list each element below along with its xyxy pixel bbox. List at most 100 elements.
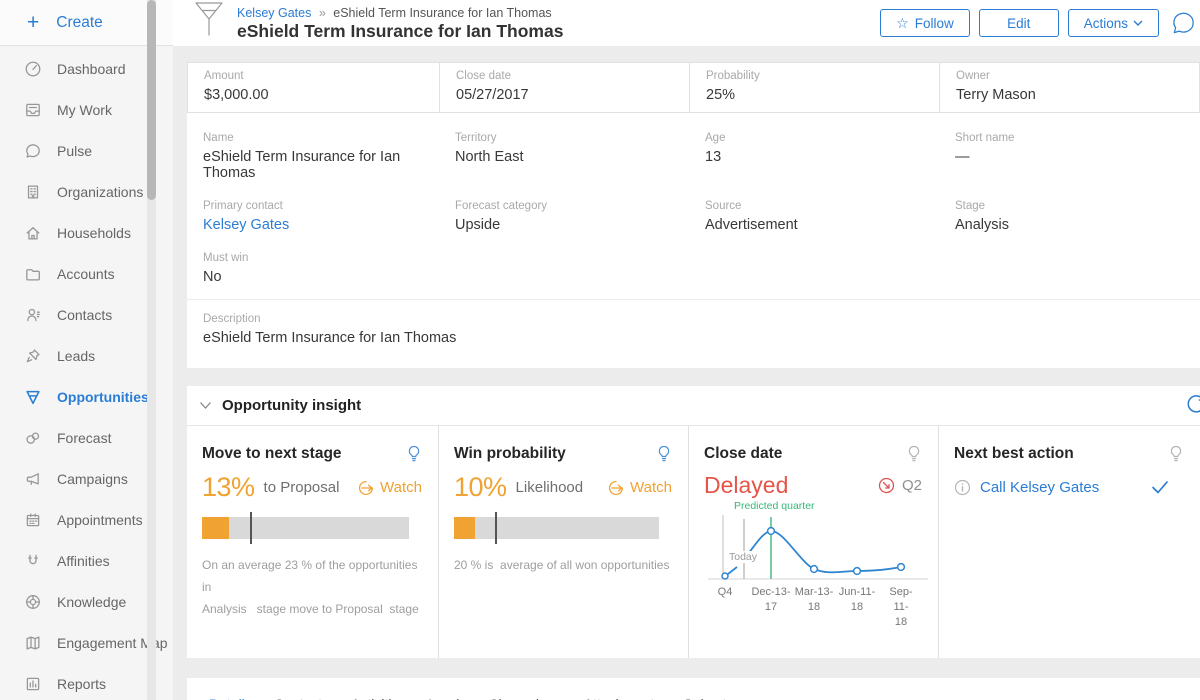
primary-contact-link[interactable]: Kelsey Gates: [203, 217, 423, 233]
field-label: Name: [203, 132, 423, 144]
field-description: Description eShield Term Insurance for I…: [187, 300, 1200, 368]
field-value: eShield Term Insurance for Ian Thomas: [203, 149, 423, 181]
breadcrumb-separator: »: [319, 6, 326, 20]
field-value: Advertisement: [705, 217, 923, 233]
watch-label: Watch: [630, 479, 672, 496]
field-label: Age: [705, 132, 923, 144]
field-value: No: [203, 269, 423, 285]
stage-caption: On an average 23 % of the opportunities …: [202, 554, 422, 621]
field-value: Analysis: [955, 217, 1184, 233]
stage-progress-fill: [202, 517, 229, 539]
delay-badge: Q2: [877, 476, 922, 495]
opportunity-details-card: Amount $3,000.00 Close date 05/27/2017 P…: [187, 62, 1200, 368]
building-icon: [24, 183, 42, 201]
info-icon[interactable]: [954, 479, 971, 496]
field-label: Probability: [706, 70, 923, 82]
field-name: Name eShield Term Insurance for Ian Thom…: [187, 125, 439, 193]
watch-link[interactable]: Watch: [357, 479, 422, 497]
tab-attachments[interactable]: Attachments: [584, 696, 662, 700]
stage-move-percent: 13%: [202, 472, 255, 503]
megaphone-icon: [24, 470, 42, 488]
collapse-chevron-icon[interactable]: [199, 401, 212, 410]
field-territory: Territory North East: [439, 125, 689, 193]
field-grid: Name eShield Term Insurance for Ian Thom…: [187, 113, 1200, 297]
person-icon: [24, 306, 42, 324]
card-title: Move to next stage: [202, 445, 342, 463]
opportunity-funnel-icon: [194, 2, 224, 38]
insight-header: Opportunity insight: [187, 386, 1200, 426]
tab-contacts[interactable]: Contacts: [274, 696, 329, 700]
cloud-icon: [24, 429, 42, 447]
win-average-marker: [495, 512, 497, 544]
chat-icon[interactable]: [1171, 11, 1196, 36]
sidebar-item-label: Organizations: [57, 184, 143, 200]
create-label: Create: [56, 14, 103, 32]
card-title: Close date: [704, 445, 782, 463]
field-label: Territory: [455, 132, 673, 144]
tab-close-plans[interactable]: Close plans: [488, 696, 561, 700]
bulb-icon[interactable]: [906, 445, 922, 464]
follow-button[interactable]: ☆ Follow: [880, 9, 970, 37]
x-tick: Q4: [718, 585, 733, 600]
magnet-icon: [24, 552, 42, 570]
watch-link[interactable]: Watch: [607, 479, 672, 497]
sidebar-item-label: Leads: [57, 348, 95, 364]
edit-button[interactable]: Edit: [979, 9, 1059, 37]
plus-icon: +: [27, 12, 39, 33]
lifebuoy-icon: [24, 593, 42, 611]
insight-move-to-next-stage: Move to next stage 13% to Proposal Watch…: [187, 426, 439, 658]
sidebar-scrollbar-thumb[interactable]: [147, 0, 156, 200]
watch-icon: [607, 479, 625, 497]
refresh-icon[interactable]: [1184, 394, 1200, 418]
sidebar-item-label: Reports: [57, 676, 106, 692]
field-value: 25%: [706, 87, 923, 103]
actions-button[interactable]: Actions: [1068, 9, 1159, 37]
sidebar-item-label: Affinities: [57, 553, 110, 569]
field-short-name: Short name —: [939, 125, 1200, 193]
close-date-chart: Predicted quarter Today: [704, 503, 922, 633]
tab-sales-team[interactable]: Sales team: [683, 696, 753, 700]
tab-activities[interactable]: Activities: [351, 696, 406, 700]
today-label: Today: [727, 551, 759, 563]
check-icon[interactable]: [1150, 477, 1170, 497]
card-title: Next best action: [954, 445, 1074, 463]
field-value: eShield Term Insurance for Ian Thomas: [203, 330, 1184, 346]
breadcrumb-parent-link[interactable]: Kelsey Gates: [237, 6, 311, 20]
insight-close-date: Close date Delayed Q2 Predicted quarter: [689, 426, 939, 658]
x-tick: Dec-13- 17: [751, 585, 790, 615]
field-stage: Stage Analysis: [939, 193, 1200, 245]
x-tick: Jun-11- 18: [839, 585, 875, 615]
bar-chart-icon: [24, 675, 42, 693]
field-label: Description: [203, 313, 1184, 325]
detail-tabs: Details Contacts Activities Leads Close …: [187, 678, 1200, 700]
breadcrumb: Kelsey Gates » eShield Term Insurance fo…: [237, 6, 563, 20]
opportunity-insight-card: Opportunity insight Move to next stage 1…: [187, 386, 1200, 658]
x-tick: Sep-11- 18: [889, 585, 912, 630]
inbox-icon: [24, 101, 42, 119]
call-action-link[interactable]: Call Kelsey Gates: [980, 479, 1099, 496]
bulb-icon[interactable]: [406, 445, 422, 464]
page-title: eShield Term Insurance for Ian Thomas: [237, 21, 563, 42]
field-close-date: Close date 05/27/2017: [440, 63, 690, 112]
sidebar: + Create Dashboard My Work Pulse Organiz…: [0, 0, 173, 700]
win-caption: 20 % is average of all won opportunities: [454, 554, 672, 576]
sidebar-item-label: My Work: [57, 102, 112, 118]
sidebar-item-label: Households: [57, 225, 131, 241]
field-label: Stage: [955, 200, 1184, 212]
home-icon: [24, 224, 42, 242]
field-amount: Amount $3,000.00: [188, 63, 440, 112]
next-best-action-row: Call Kelsey Gates: [954, 477, 1184, 497]
tab-leads[interactable]: Leads: [428, 696, 466, 700]
bulb-icon[interactable]: [1168, 445, 1184, 464]
field-forecast-category: Forecast category Upside: [439, 193, 689, 245]
header-actions: ☆ Follow Edit Actions: [871, 9, 1200, 37]
edit-label: Edit: [1007, 16, 1030, 31]
tab-details[interactable]: Details: [209, 696, 252, 700]
insight-title: Opportunity insight: [222, 397, 361, 414]
bulb-icon[interactable]: [656, 445, 672, 464]
field-value: $3,000.00: [204, 87, 423, 103]
chat-bubble-icon: [24, 142, 42, 160]
field-probability: Probability 25%: [690, 63, 940, 112]
actions-label: Actions: [1084, 16, 1128, 31]
sidebar-item-label: Dashboard: [57, 61, 126, 77]
